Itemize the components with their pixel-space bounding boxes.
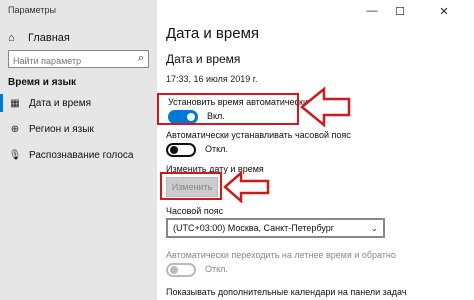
sidebar-item-speech[interactable]: 🎙 Распознавание голоса <box>0 142 157 168</box>
nav-list: ▦ Дата и время ⊕ Регион и язык 🎙 Распозн… <box>0 90 157 168</box>
section-title: Время и язык <box>8 77 77 88</box>
highlight-box-auto-time <box>157 93 299 125</box>
sidebar-item-label: Распознавание голоса <box>29 149 134 161</box>
section-subtitle: Дата и время <box>166 52 241 66</box>
title-bar: Параметры — ☐ ✕ <box>0 0 474 22</box>
auto-timezone-state: Откл. <box>205 144 228 154</box>
region-icon: ⊕ <box>10 123 20 135</box>
sidebar-item-date-time[interactable]: ▦ Дата и время <box>0 90 157 116</box>
sidebar-item-label: Регион и язык <box>29 123 94 135</box>
chevron-down-icon: ⌄ <box>370 223 378 233</box>
auto-timezone-label: Автоматически устанавливать часовой пояс <box>166 130 351 140</box>
search-box[interactable]: ⌕ <box>8 50 149 69</box>
microphone-icon: 🎙 <box>8 149 22 161</box>
timezone-dropdown[interactable]: (UTC+03:00) Москва, Санкт-Петербург ⌄ <box>166 218 385 238</box>
auto-timezone-toggle[interactable] <box>166 143 196 157</box>
extra-calendars-label: Показывать дополнительные календари на п… <box>166 287 407 297</box>
home-icon: ⌂ <box>8 32 15 44</box>
timezone-value: (UTC+03:00) Москва, Санкт-Петербург <box>173 223 335 233</box>
dst-label: Автоматически переходить на летнее время… <box>166 250 396 260</box>
current-datetime: 17:33, 16 июля 2019 г. <box>166 74 258 84</box>
toggle-knob <box>170 146 178 154</box>
maximize-button[interactable]: ☐ <box>386 0 414 22</box>
sidebar-item-label: Дата и время <box>29 97 92 109</box>
arrow-icon <box>223 171 270 203</box>
nav-home-label: Главная <box>28 32 70 44</box>
close-button[interactable]: ✕ <box>414 0 474 22</box>
nav-home[interactable]: ⌂ Главная <box>8 32 70 44</box>
sidebar-item-region-language[interactable]: ⊕ Регион и язык <box>0 116 157 142</box>
toggle-knob <box>170 266 178 274</box>
dst-toggle[interactable] <box>166 263 196 277</box>
dst-state: Откл. <box>205 264 228 274</box>
arrow-icon <box>300 86 351 128</box>
window-title: Параметры <box>8 5 56 15</box>
page-title: Дата и время <box>166 25 260 42</box>
highlight-box-change-button <box>160 172 222 200</box>
timezone-label: Часовой пояс <box>166 206 224 216</box>
minimize-button[interactable]: — <box>358 0 386 22</box>
search-input[interactable] <box>9 53 129 69</box>
search-icon[interactable]: ⌕ <box>138 52 144 65</box>
window-controls: — ☐ ✕ <box>358 0 474 22</box>
calendar-icon: ▦ <box>10 97 20 109</box>
